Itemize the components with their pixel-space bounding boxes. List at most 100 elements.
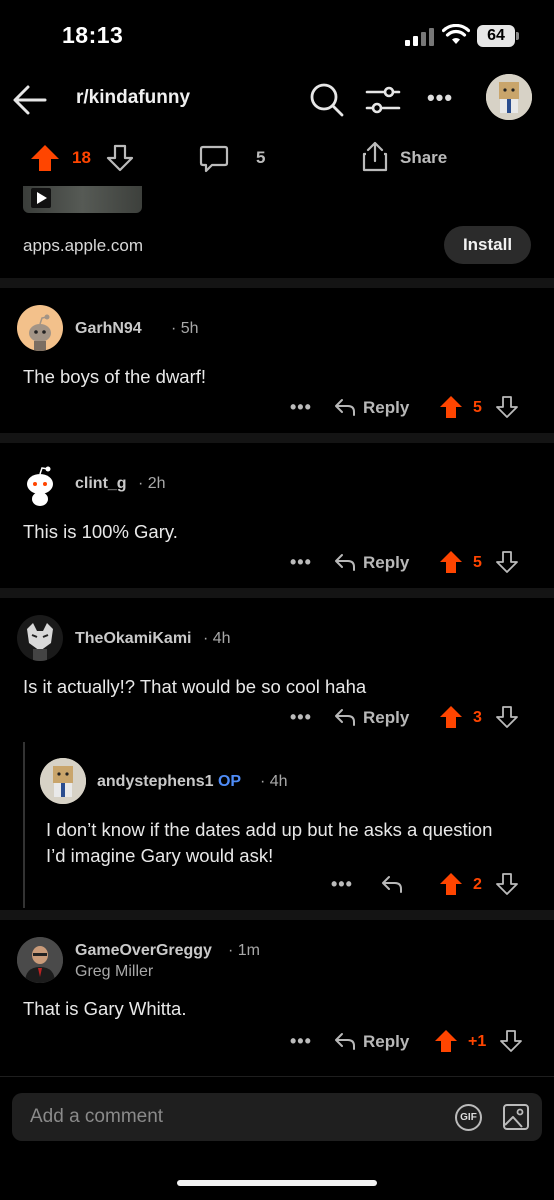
user-flair: Greg Miller xyxy=(75,963,154,980)
sliders-icon xyxy=(365,86,401,114)
share-label[interactable]: Share xyxy=(400,148,447,168)
thread-line xyxy=(23,742,25,908)
box-character-avatar-icon xyxy=(486,74,532,120)
comment-theokamikami: TheOkamiKami · 4h Is it actually!? That … xyxy=(0,600,554,910)
downvote-icon[interactable] xyxy=(496,706,518,728)
upvote-icon[interactable] xyxy=(439,872,463,896)
comment-time: · 4h xyxy=(260,773,288,790)
comment-author[interactable]: clint_g xyxy=(75,475,127,493)
downvote-icon[interactable] xyxy=(500,1030,522,1052)
section-divider xyxy=(0,278,554,288)
install-button[interactable]: Install xyxy=(444,226,531,264)
downvote-icon[interactable] xyxy=(106,144,134,172)
ad-domain[interactable]: apps.apple.com xyxy=(23,236,143,256)
avatar[interactable] xyxy=(17,937,63,983)
comment-time: · 2h xyxy=(138,475,166,492)
ad-video-thumbnail[interactable] xyxy=(23,186,142,213)
wolf-avatar-icon xyxy=(27,623,53,661)
back-button[interactable] xyxy=(10,80,50,120)
avatar[interactable] xyxy=(17,615,63,661)
search-button[interactable] xyxy=(307,80,347,120)
comment-gameovergreggy: GameOverGreggy · 1m Greg Miller That is … xyxy=(0,922,554,1067)
gif-button[interactable]: GIF xyxy=(455,1104,482,1131)
sort-filter-button[interactable] xyxy=(363,80,403,120)
comment-author[interactable]: GarhN94 xyxy=(75,320,142,338)
comment-body: That is Gary Whitta. xyxy=(23,998,187,1019)
section-divider xyxy=(0,433,554,443)
vote-count: 5 xyxy=(473,399,482,416)
share-icon[interactable] xyxy=(360,140,390,172)
profile-photo-icon xyxy=(17,937,63,983)
snoo-avatar-icon xyxy=(29,314,51,351)
downvote-icon[interactable] xyxy=(496,873,518,895)
reply-icon[interactable] xyxy=(380,873,404,895)
upvote-icon[interactable] xyxy=(434,1029,458,1053)
avatar[interactable] xyxy=(40,758,86,804)
comment-time: · 5h xyxy=(171,320,199,337)
reply-icon[interactable] xyxy=(333,551,357,573)
user-avatar[interactable] xyxy=(486,74,532,120)
comment-time-value: 1m xyxy=(237,942,261,959)
comment-author[interactable]: TheOkamiKami xyxy=(75,630,191,648)
comment-more-button[interactable]: ••• xyxy=(331,874,353,895)
comment-more-button[interactable]: ••• xyxy=(290,552,312,573)
reply-icon[interactable] xyxy=(333,706,357,728)
reply-icon[interactable] xyxy=(333,396,357,418)
comment-garhn94: GarhN94 · 5h The boys of the dwarf! ••• … xyxy=(0,290,554,433)
comment-time-value: 4h xyxy=(212,630,231,647)
more-options-button[interactable]: ••• xyxy=(420,80,460,120)
comment-more-button[interactable]: ••• xyxy=(290,1031,312,1052)
subreddit-title[interactable]: r/kindafunny xyxy=(76,87,190,109)
upvote-icon[interactable] xyxy=(30,144,60,172)
comment-more-button[interactable]: ••• xyxy=(290,397,312,418)
reply-button[interactable]: Reply xyxy=(363,708,409,728)
comment-time: · 4h xyxy=(203,630,231,647)
upvote-icon[interactable] xyxy=(439,550,463,574)
comment-body: The boys of the dwarf! xyxy=(23,366,207,387)
section-divider xyxy=(0,588,554,598)
play-icon xyxy=(31,188,51,208)
comment-body: I don’t know if the dates add up but he … xyxy=(46,819,493,866)
op-badge: OP xyxy=(217,773,242,790)
comment-bubble-icon[interactable] xyxy=(198,142,230,174)
vote-count: 2 xyxy=(473,876,482,893)
downvote-icon[interactable] xyxy=(496,396,518,418)
comment-time-value: 5h xyxy=(180,320,199,337)
home-indicator[interactable] xyxy=(177,1180,377,1186)
reply-icon[interactable] xyxy=(333,1030,357,1052)
status-bar: 18:13 64 xyxy=(0,0,554,70)
comment-author[interactable]: GameOverGreggy xyxy=(75,942,212,960)
search-icon xyxy=(310,83,344,117)
comment-more-button[interactable]: ••• xyxy=(290,707,312,728)
reply-button[interactable]: Reply xyxy=(363,553,409,573)
vote-count: 3 xyxy=(473,709,482,726)
comment-input-placeholder: Add a comment xyxy=(30,1106,164,1127)
downvote-icon[interactable] xyxy=(496,551,518,573)
comment-body: Is it actually!? That would be so cool h… xyxy=(23,676,367,697)
comment-author-name: andystephens1 xyxy=(97,773,214,790)
reply-button[interactable]: Reply xyxy=(363,398,409,418)
section-divider xyxy=(0,910,554,920)
avatar[interactable] xyxy=(17,305,63,351)
comment-composer: Add a comment GIF xyxy=(0,1076,554,1166)
comment-time-value: 2h xyxy=(147,475,166,492)
post-upvote-count: 18 xyxy=(72,148,91,167)
status-time: 18:13 xyxy=(62,22,124,48)
battery-indicator: 64 xyxy=(477,25,515,47)
snoo-avatar-icon xyxy=(27,466,53,506)
comment-author[interactable]: andystephens1 OP xyxy=(97,773,241,791)
comment-clint-g: clint_g · 2h This is 100% Gary. ••• Repl… xyxy=(0,445,554,588)
vote-count: +1 xyxy=(468,1033,487,1050)
comment-body: This is 100% Gary. xyxy=(23,521,178,542)
post-comment-count: 5 xyxy=(256,148,266,167)
upvote-icon[interactable] xyxy=(439,395,463,419)
vote-count: 5 xyxy=(473,554,482,571)
image-icon[interactable] xyxy=(502,1103,530,1131)
battery-tip xyxy=(516,32,519,40)
comment-input[interactable]: Add a comment GIF xyxy=(12,1093,542,1141)
avatar[interactable] xyxy=(17,460,63,506)
upvote-icon[interactable] xyxy=(439,705,463,729)
comment-time: · 1m xyxy=(228,942,261,959)
comment-time-value: 4h xyxy=(269,773,288,790)
reply-button[interactable]: Reply xyxy=(363,1032,409,1052)
